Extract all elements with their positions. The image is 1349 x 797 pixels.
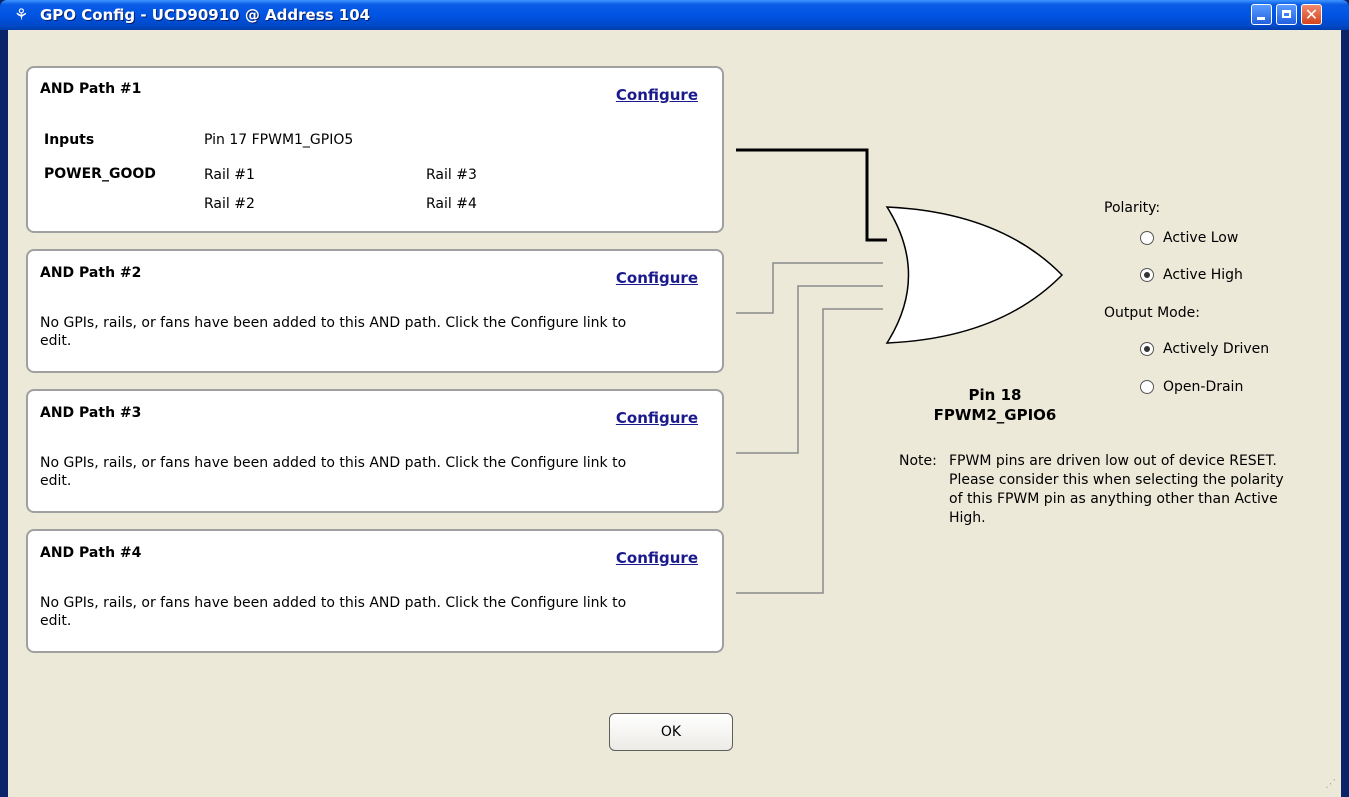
path-2-wire — [736, 262, 883, 314]
polarity-label: Polarity: — [1104, 200, 1161, 216]
or-gate-shape — [885, 206, 1064, 344]
path-4-wire — [736, 308, 883, 594]
output-mode-label: Output Mode: — [1104, 305, 1200, 321]
actively-driven-label[interactable]: Actively Driven — [1163, 341, 1269, 357]
active-low-label[interactable]: Active Low — [1163, 230, 1238, 246]
output-pin-line2: FPWM2_GPIO6 — [933, 406, 1057, 424]
ok-button[interactable]: OK — [609, 713, 733, 751]
note-body: FPWM pins are driven low out of device R… — [949, 453, 1284, 526]
open-drain-radio[interactable] — [1140, 380, 1154, 394]
active-high-label[interactable]: Active High — [1163, 267, 1243, 283]
actively-driven-radio[interactable] — [1140, 342, 1154, 356]
output-pin-line1: Pin 18 — [968, 386, 1022, 404]
resize-grip-icon[interactable]: ⋰ — [1325, 777, 1339, 791]
path-3-wire — [736, 285, 883, 454]
active-low-radio[interactable] — [1140, 231, 1154, 245]
open-drain-label[interactable]: Open-Drain — [1163, 379, 1243, 395]
active-high-radio[interactable] — [1140, 268, 1154, 282]
or-gate-diagram — [736, 148, 1064, 594]
note-lead: Note: — [899, 453, 937, 469]
path-1-wire — [736, 148, 887, 242]
